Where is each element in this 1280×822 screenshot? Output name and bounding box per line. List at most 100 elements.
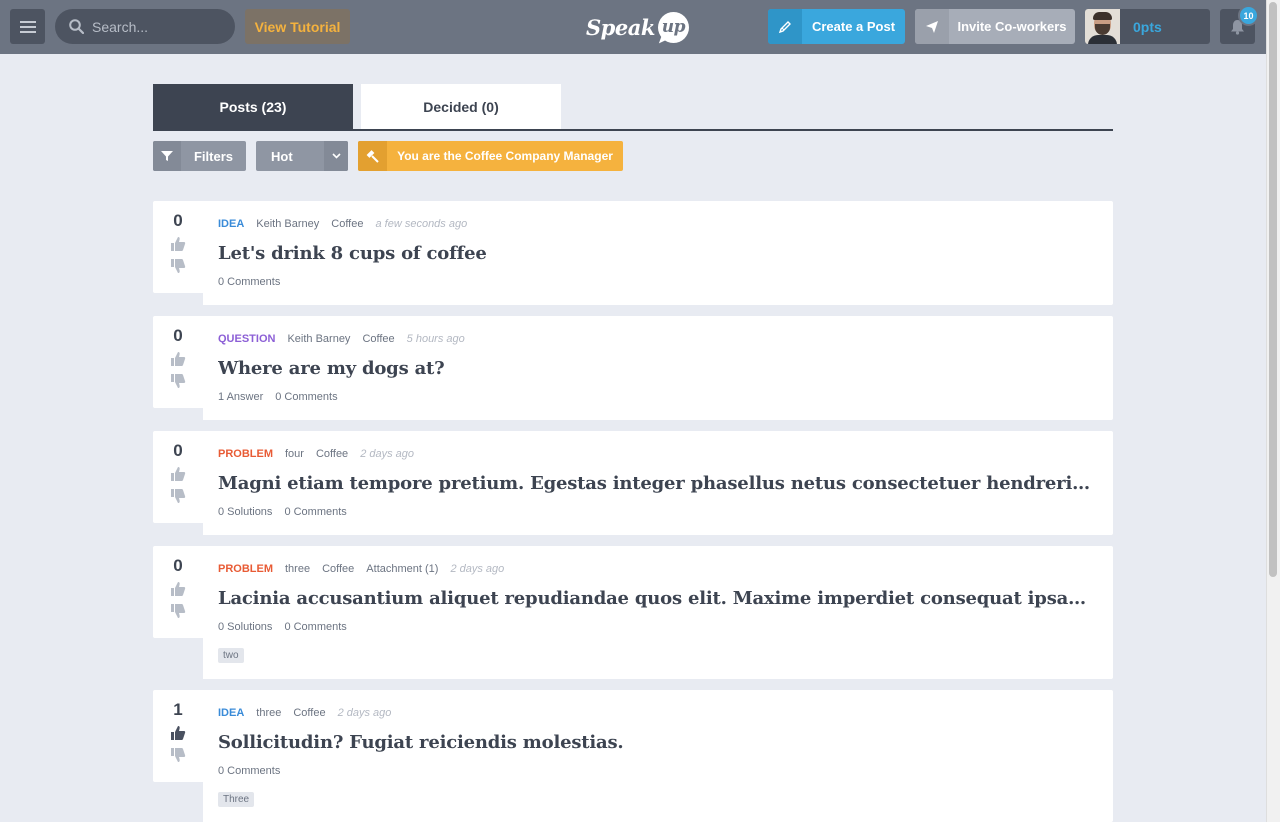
post-title[interactable]: Let's drink 8 cups of coffee: [218, 243, 1098, 264]
profile-menu[interactable]: 0pts: [1085, 9, 1210, 44]
vote-panel: 0: [153, 431, 203, 523]
top-bar: View Tutorial Speak up Create a Post Inv…: [0, 0, 1266, 54]
chevron-down-icon: [324, 141, 348, 171]
thumbs-down-icon[interactable]: [168, 370, 188, 392]
post-category[interactable]: Coffee: [293, 707, 325, 719]
post-card[interactable]: IDEA three Coffee 2 days ago Sollicitudi…: [203, 690, 1113, 822]
post-type-badge[interactable]: IDEA: [218, 707, 244, 719]
logo-bubble: up: [657, 11, 689, 43]
search-input[interactable]: [92, 18, 222, 35]
post-category[interactable]: Coffee: [322, 563, 354, 575]
post-tabs: Posts (23) Decided (0): [153, 84, 1113, 131]
post-title[interactable]: Magni etiam tempore pretium. Egestas int…: [218, 473, 1098, 494]
vote-count: 0: [173, 326, 183, 345]
post-author[interactable]: four: [285, 448, 304, 460]
invite-label: Invite Co-workers: [957, 19, 1067, 34]
thumbs-up-icon[interactable]: [168, 722, 188, 744]
post-meta: PROBLEM four Coffee 2 days ago: [218, 447, 1098, 461]
create-post-button[interactable]: Create a Post: [768, 9, 905, 44]
sort-value: Hot: [271, 148, 293, 164]
post-author[interactable]: Keith Barney: [256, 218, 319, 230]
post-stats: 0 Comments: [218, 276, 1098, 288]
manager-text: You are the Coffee Company Manager: [397, 149, 613, 163]
post-type-badge[interactable]: PROBLEM: [218, 563, 273, 575]
paper-plane-icon: [915, 9, 949, 44]
post-meta: IDEA three Coffee 2 days ago: [218, 706, 1098, 720]
solutions-link[interactable]: 0 Solutions: [218, 506, 272, 518]
post-title[interactable]: Lacinia accusantium aliquet repudiandae …: [218, 588, 1098, 609]
post-author[interactable]: three: [256, 707, 281, 719]
post-type-badge[interactable]: PROBLEM: [218, 448, 273, 460]
logo-text: Speak: [586, 14, 655, 40]
vote-count: 0: [173, 556, 183, 575]
post-title[interactable]: Sollicitudin? Fugiat reiciendis molestia…: [218, 732, 1098, 753]
funnel-icon: [153, 141, 181, 171]
search-icon: [69, 19, 84, 34]
post-card[interactable]: IDEA Keith Barney Coffee a few seconds a…: [203, 201, 1113, 305]
manager-banner: You are the Coffee Company Manager: [358, 141, 623, 171]
post-time: 2 days ago: [360, 448, 415, 460]
post-author[interactable]: Keith Barney: [287, 333, 350, 345]
post-type-badge[interactable]: IDEA: [218, 218, 244, 230]
view-tutorial-button[interactable]: View Tutorial: [245, 9, 350, 44]
post-type-badge[interactable]: QUESTION: [218, 333, 275, 345]
post-card[interactable]: QUESTION Keith Barney Coffee 5 hours ago…: [203, 316, 1113, 420]
comments-link[interactable]: 0 Comments: [284, 621, 346, 633]
filters-label: Filters: [193, 148, 233, 164]
comments-link[interactable]: 0 Comments: [218, 276, 280, 288]
notification-badge: 10: [1238, 5, 1259, 26]
post-time: a few seconds ago: [375, 218, 468, 230]
post-meta: PROBLEM three Coffee Attachment (1) 2 da…: [218, 562, 1098, 576]
thumbs-up-icon[interactable]: [168, 463, 188, 485]
post-meta: IDEA Keith Barney Coffee a few seconds a…: [218, 217, 1098, 231]
filters-button[interactable]: Filters: [153, 141, 246, 171]
post-card[interactable]: PROBLEM four Coffee 2 days ago Magni eti…: [203, 431, 1113, 535]
pencil-icon: [768, 9, 802, 44]
thumbs-down-icon[interactable]: [168, 744, 188, 766]
post-title[interactable]: Where are my dogs at?: [218, 358, 1098, 379]
hamburger-menu-button[interactable]: [10, 9, 45, 44]
solutions-link[interactable]: 0 Solutions: [218, 621, 272, 633]
answers-link[interactable]: 1 Answer: [218, 391, 263, 403]
create-post-label: Create a Post: [811, 19, 896, 34]
vote-count: 1: [173, 700, 183, 719]
thumbs-up-icon[interactable]: [168, 348, 188, 370]
vote-panel: 0: [153, 546, 203, 638]
post-card[interactable]: PROBLEM three Coffee Attachment (1) 2 da…: [203, 546, 1113, 679]
post-stats: 0 Solutions 0 Comments: [218, 621, 1098, 633]
scrollbar-thumb[interactable]: [1269, 2, 1277, 577]
post-stats: 0 Comments: [218, 765, 1098, 777]
post-category[interactable]: Coffee: [362, 333, 394, 345]
gavel-icon: [358, 141, 387, 171]
post-author[interactable]: three: [285, 563, 310, 575]
post-time: 2 days ago: [450, 563, 505, 575]
tab-decided[interactable]: Decided (0): [361, 84, 561, 129]
comments-link[interactable]: 0 Comments: [218, 765, 280, 777]
tab-posts[interactable]: Posts (23): [153, 84, 353, 129]
post-stats: 0 Solutions 0 Comments: [218, 506, 1098, 518]
thumbs-down-icon[interactable]: [168, 255, 188, 277]
post-category[interactable]: Coffee: [331, 218, 363, 230]
thumbs-up-icon[interactable]: [168, 578, 188, 600]
comments-link[interactable]: 0 Comments: [275, 391, 337, 403]
comments-link[interactable]: 0 Comments: [284, 506, 346, 518]
post-attachment[interactable]: Attachment (1): [366, 563, 438, 575]
post-category[interactable]: Coffee: [316, 448, 348, 460]
post-time: 5 hours ago: [406, 333, 465, 345]
invite-coworkers-button[interactable]: Invite Co-workers: [915, 9, 1075, 44]
sort-select[interactable]: Hot: [256, 141, 348, 171]
post-tag[interactable]: two: [218, 648, 244, 663]
post-tag[interactable]: Three: [218, 792, 255, 807]
thumbs-down-icon[interactable]: [168, 600, 188, 622]
vote-panel: 0: [153, 316, 203, 408]
speakup-logo[interactable]: Speak up: [586, 10, 689, 44]
vote-count: 0: [173, 441, 183, 460]
thumbs-down-icon[interactable]: [168, 485, 188, 507]
thumbs-up-icon[interactable]: [168, 233, 188, 255]
post-meta: QUESTION Keith Barney Coffee 5 hours ago: [218, 332, 1098, 346]
post-stats: 1 Answer 0 Comments: [218, 391, 1098, 403]
hamburger-icon: [19, 20, 36, 33]
vote-panel: 0: [153, 201, 203, 293]
search-box: [55, 9, 235, 44]
vote-panel: 1: [153, 690, 203, 782]
